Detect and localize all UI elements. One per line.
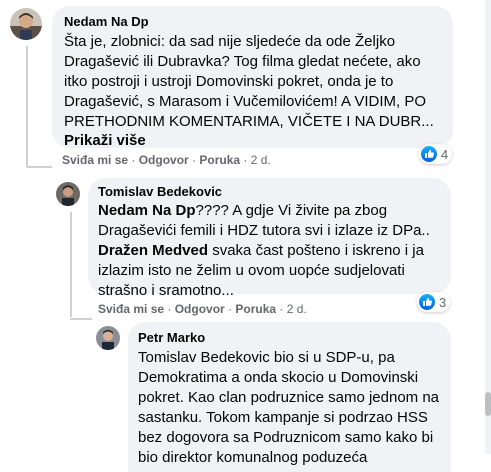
avatar-image (10, 8, 42, 40)
like-button[interactable]: Sviđa mi se (62, 153, 128, 167)
reply-button[interactable]: Odgovor (139, 153, 189, 167)
thread-line-reply (70, 212, 72, 317)
avatar-petr[interactable] (96, 326, 120, 350)
comment-time[interactable]: 2 d. (287, 302, 307, 316)
like-button[interactable]: Sviđa mi se (98, 302, 164, 316)
message-button[interactable]: Poruka (199, 153, 240, 167)
like-icon (421, 146, 437, 162)
avatar-nedam[interactable] (10, 8, 42, 40)
comment-actions-2: Sviđa mi se · Odgovor · Poruka · 2 d. (98, 302, 307, 316)
reaction-count: 4 (441, 146, 449, 162)
comment-author[interactable]: Tomislav Bedekovic (98, 184, 441, 199)
message-button[interactable]: Poruka (235, 302, 276, 316)
mention-link[interactable]: Nedam Na Dp (98, 202, 196, 219)
avatar-image (56, 182, 80, 206)
comment-author[interactable]: Petr Marko (138, 330, 441, 345)
reaction-badge-1[interactable]: 4 (419, 144, 453, 164)
thread-line-main (26, 46, 28, 166)
comment-text: Šta je, zlobnici: da sad nije sljedeće d… (64, 33, 434, 130)
scrollbar-thumb[interactable] (485, 392, 491, 416)
avatar-image (96, 326, 120, 350)
see-more-link[interactable]: Prikaži više (64, 132, 441, 149)
thread-line-branch (26, 166, 52, 168)
reply-button[interactable]: Odgovor (175, 302, 225, 316)
comment-author[interactable]: Nedam Na Dp (64, 14, 441, 29)
comment-bubble-2: Tomislav Bedekovic Nedam Na Dp???? A gdj… (88, 178, 451, 299)
comment-bubble-3: Petr Marko Tomislav Bedekovic bio si u S… (128, 322, 451, 472)
comment-bubble-1: Nedam Na Dp Šta je, zlobnici: da sad nij… (52, 6, 453, 149)
comment-time[interactable]: 2 d. (251, 153, 271, 167)
scrollbar-track[interactable] (485, 0, 491, 454)
thread-line-reply-branch (70, 318, 92, 320)
like-icon (419, 294, 435, 310)
mention-link[interactable]: Dražen Medved (98, 242, 208, 259)
avatar-tomislav[interactable] (56, 182, 80, 206)
comment-actions-1: Sviđa mi se · Odgovor · Poruka · 2 d. (62, 153, 271, 167)
reaction-badge-2[interactable]: 3 (417, 292, 451, 312)
comment-text: Tomislav Bedekovic bio si u SDP-u, pa De… (138, 349, 440, 466)
comment-text: Nedam Na Dp???? A gdje Vi živite pa zbog… (98, 201, 441, 301)
reaction-count: 3 (439, 294, 447, 310)
